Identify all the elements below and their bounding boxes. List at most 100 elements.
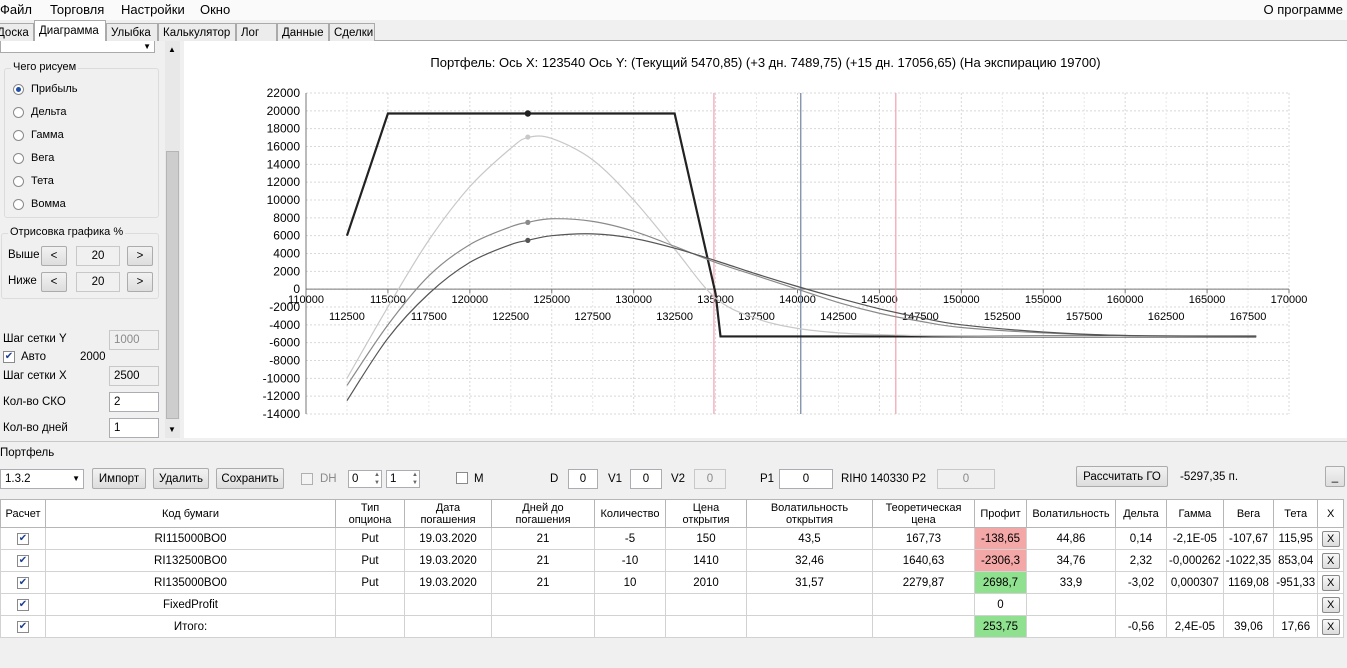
remove-row-button[interactable]: X <box>1321 596 1340 613</box>
minimize-button[interactable]: _ <box>1325 466 1345 487</box>
col-vega[interactable]: Вега <box>1222 499 1275 528</box>
remove-row-button[interactable]: X <box>1321 552 1340 569</box>
table-row[interactable]: ✔ RI115000BO0 Put 19.03.2020 21 -5 150 43,5 167,… <box>0 527 1345 550</box>
below-increase-button[interactable]: > <box>127 272 153 292</box>
cell-price[interactable]: 1410 <box>665 549 747 572</box>
calc-go-button[interactable]: Рассчитать ГО <box>1076 466 1168 487</box>
portfolio-combo[interactable]: 1.3.2 ▼ <box>0 469 84 489</box>
tab-calculator[interactable]: Калькулятор <box>158 23 236 41</box>
series-marker-2 <box>525 219 531 225</box>
tab-smile[interactable]: Улыбка <box>106 23 158 41</box>
calc-checkbox[interactable]: ✔ <box>17 555 29 567</box>
cell-vol-open[interactable]: 43,5 <box>746 527 873 550</box>
cell-vol-open[interactable]: 32,46 <box>746 549 873 572</box>
m-checkbox[interactable] <box>456 472 468 484</box>
v1-field[interactable]: 0 <box>630 469 662 489</box>
above-increase-button[interactable]: > <box>127 246 153 266</box>
cell-qty[interactable]: -5 <box>594 527 666 550</box>
x-tick-label: 145000 <box>861 294 898 306</box>
cell-price[interactable] <box>665 593 747 616</box>
menu-about[interactable]: О программе <box>1263 2 1343 17</box>
grid-x-field[interactable]: 2500 <box>109 366 159 386</box>
radio-profit[interactable]: Прибыль <box>13 83 78 95</box>
col-qty[interactable]: Количество <box>594 499 666 528</box>
col-code[interactable]: Код бумаги <box>45 499 336 528</box>
below-value-field[interactable]: 20 <box>76 272 120 292</box>
col-delta[interactable]: Дельта <box>1115 499 1167 528</box>
cell-price[interactable] <box>665 615 747 638</box>
tab-data[interactable]: Данные <box>277 23 329 41</box>
table-row[interactable]: ✔ FixedProfit 0 X <box>0 593 1345 616</box>
col-vol-open[interactable]: Волатильность открытия <box>746 499 873 528</box>
col-price[interactable]: Цена открытия <box>665 499 747 528</box>
col-type[interactable]: Тип опциона <box>335 499 405 528</box>
cell-qty[interactable] <box>594 615 666 638</box>
cell-vol-open[interactable] <box>746 615 873 638</box>
below-decrease-button[interactable]: < <box>41 272 67 292</box>
auto-checkbox[interactable]: ✔ <box>3 351 15 363</box>
v2-field[interactable]: 0 <box>694 469 726 489</box>
calc-checkbox[interactable]: ✔ <box>17 577 29 589</box>
cell-price[interactable]: 150 <box>665 527 747 550</box>
col-theta[interactable]: Тета <box>1273 499 1319 528</box>
table-row[interactable]: ✔ RI135000BO0 Put 19.03.2020 21 10 2010 31,57 22… <box>0 571 1345 594</box>
scroll-thumb[interactable] <box>166 151 179 419</box>
import-button[interactable]: Импорт <box>92 468 146 489</box>
menu-settings[interactable]: Настройки <box>121 2 185 17</box>
save-button[interactable]: Сохранить <box>216 468 284 489</box>
dh-spinner-2[interactable]: 1 ▲ ▼ <box>386 470 420 488</box>
cell-qty[interactable]: 10 <box>594 571 666 594</box>
cell-vol-open[interactable]: 31,57 <box>746 571 873 594</box>
dh-checkbox[interactable] <box>301 473 313 485</box>
days-field[interactable]: 1 <box>109 418 159 438</box>
radio-theta[interactable]: Тета <box>13 175 54 187</box>
cell-price[interactable]: 2010 <box>665 571 747 594</box>
table-row[interactable]: ✔ RI132500BO0 Put 19.03.2020 21 -10 1410 32,46 1… <box>0 549 1345 572</box>
p1-field[interactable]: 0 <box>779 469 833 489</box>
p2-field[interactable]: 0 <box>937 469 995 489</box>
tab-board[interactable]: Доска <box>0 23 34 41</box>
calc-checkbox[interactable]: ✔ <box>17 621 29 633</box>
sko-field[interactable]: 2 <box>109 392 159 412</box>
scroll-up-icon[interactable]: ▲ <box>168 45 176 54</box>
spinner-arrows-icon[interactable]: ▲ ▼ <box>412 471 418 487</box>
dh-spinner-1[interactable]: 0 ▲ ▼ <box>348 470 382 488</box>
menu-window[interactable]: Окно <box>200 2 230 17</box>
menu-trading[interactable]: Торговля <box>50 2 104 17</box>
radio-dot <box>13 129 24 141</box>
grid-y-field[interactable]: 1000 <box>109 330 159 350</box>
profit-chart[interactable]: 22000 20000 18000 16000 14000 12000 10000 8000 6… <box>184 41 1347 438</box>
chart-type-combo[interactable]: ▼ <box>0 41 155 53</box>
tab-log[interactable]: Лог <box>236 23 277 41</box>
col-calc[interactable]: Расчет <box>0 499 46 528</box>
cell-vol-open[interactable] <box>746 593 873 616</box>
cell-qty[interactable]: -10 <box>594 549 666 572</box>
radio-delta[interactable]: Дельта <box>13 106 67 118</box>
remove-row-button[interactable]: X <box>1321 574 1340 591</box>
col-profit[interactable]: Профит <box>974 499 1027 528</box>
radio-vega[interactable]: Вега <box>13 152 54 164</box>
col-vol[interactable]: Волатильность <box>1026 499 1116 528</box>
table-row[interactable]: ✔ Итого: 253,75 -0,56 2,4E-05 39,06 17,66 X <box>0 615 1345 638</box>
scroll-down-icon[interactable]: ▼ <box>168 425 176 434</box>
remove-row-button[interactable]: X <box>1321 618 1340 635</box>
col-theo[interactable]: Теоретическая цена <box>872 499 975 528</box>
calc-checkbox[interactable]: ✔ <box>17 599 29 611</box>
above-value-field[interactable]: 20 <box>76 246 120 266</box>
radio-vomma[interactable]: Вомма <box>13 198 66 210</box>
delete-button[interactable]: Удалить <box>153 468 209 489</box>
above-decrease-button[interactable]: < <box>41 246 67 266</box>
left-scrollbar[interactable]: ▲ ▼ <box>165 41 180 438</box>
radio-gamma[interactable]: Гамма <box>13 129 64 141</box>
tab-diagram[interactable]: Диаграмма <box>34 20 106 42</box>
calc-checkbox[interactable]: ✔ <box>17 533 29 545</box>
col-date[interactable]: Дата погашения <box>404 499 492 528</box>
menu-file[interactable]: Файл <box>0 2 32 17</box>
col-days[interactable]: Дней до погашения <box>491 499 595 528</box>
remove-row-button[interactable]: X <box>1321 530 1340 547</box>
cell-qty[interactable] <box>594 593 666 616</box>
tab-deals[interactable]: Сделки <box>329 23 375 41</box>
col-gamma[interactable]: Гамма <box>1166 499 1224 528</box>
spinner-arrows-icon[interactable]: ▲ ▼ <box>374 471 380 487</box>
d-field[interactable]: 0 <box>568 469 598 489</box>
